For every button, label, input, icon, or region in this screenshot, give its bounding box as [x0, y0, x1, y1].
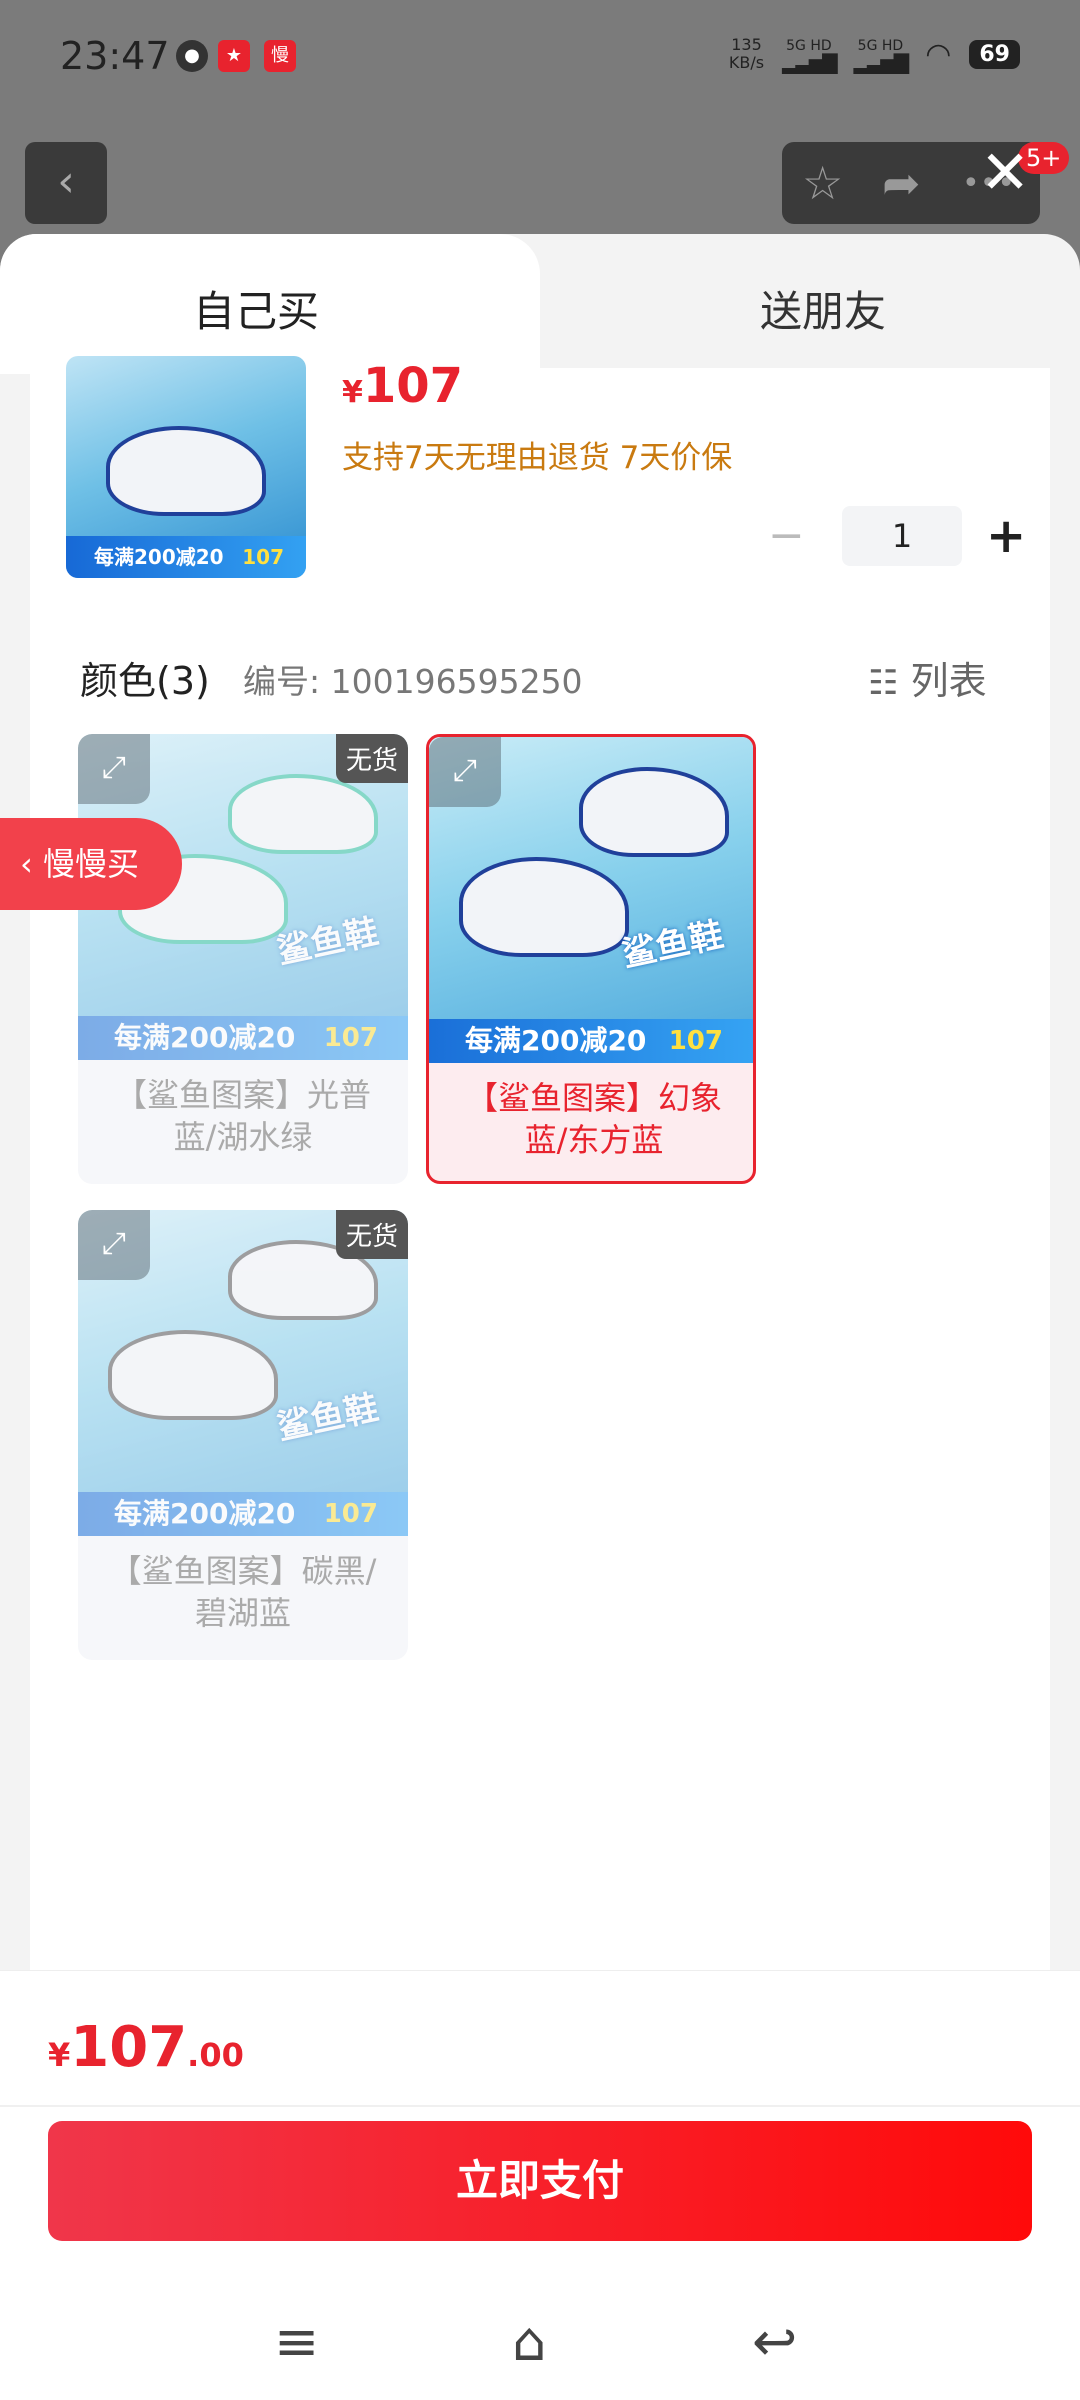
quantity-minus-button[interactable]: −	[768, 506, 805, 566]
app-notification-icon: ★	[218, 40, 250, 72]
promo-strip: 每满200减20 107	[78, 1492, 408, 1536]
promo-slogan: 鲨鱼鞋	[618, 914, 727, 976]
shoe-image	[108, 1330, 278, 1420]
battery-icon: 69	[969, 39, 1020, 69]
status-bar: 23:47 ● ★ 慢 135 KB/s 5G HD ▂▃▅▇ 5G HD ▂▃▅▇…	[0, 0, 1080, 120]
back-button[interactable]: ‹	[25, 142, 107, 224]
promo-slogan: 鲨鱼鞋	[273, 911, 382, 973]
floating-tab-label: 慢慢买	[42, 845, 139, 883]
color-option-name: 【鲨鱼图案】幻象蓝/东方蓝	[465, 1079, 722, 1159]
out-of-stock-badge: 无货	[335, 734, 408, 783]
product-promo-banner: 每满200减20 107	[66, 536, 306, 578]
total-price: ¥107.00	[48, 2015, 244, 2080]
shoe-image	[579, 767, 729, 857]
network-speed: 135 KB/s	[728, 35, 765, 72]
service-promise: 支持7天无理由退货 7天价保	[342, 440, 733, 476]
promo-strip: 每满200减20 107	[429, 1019, 753, 1063]
quantity-plus-button[interactable]: +	[986, 506, 1026, 566]
manmanmai-app-icon: 慢	[264, 40, 296, 72]
sheet-content: 每满200减20 107 ¥107 支持7天无理由退货 7天价保 − 1 + 颜色…	[30, 356, 1050, 2217]
home-icon[interactable]: ⌂	[512, 2310, 546, 2373]
quantity-value[interactable]: 1	[842, 506, 962, 566]
color-option-name: 【鲨鱼图案】光普蓝/湖水绿	[114, 1076, 371, 1156]
tab-gift-friend[interactable]: 送朋友	[760, 278, 886, 339]
list-icon: ☷	[868, 663, 899, 703]
shoe-image	[228, 774, 378, 854]
wechat-icon: ●	[176, 40, 208, 72]
color-section-title: 颜色(3)	[80, 659, 210, 703]
signal-2-icon: 5G HD ▂▃▅▇	[853, 38, 910, 74]
back-arrow-icon: ‹	[57, 156, 75, 207]
color-option-name: 【鲨鱼图案】碳黑/碧湖蓝	[109, 1552, 377, 1632]
signal-1-icon: 5G HD ▂▃▅▇	[782, 38, 838, 74]
share-icon[interactable]: ➦	[882, 156, 921, 210]
manmanmai-floating-tab[interactable]: ‹ 慢慢买	[0, 818, 182, 910]
expand-image-icon[interactable]: ⤢	[78, 1210, 150, 1280]
product-price: ¥107	[342, 358, 464, 414]
product-thumbnail[interactable]: 每满200减20 107	[66, 356, 306, 578]
close-icon[interactable]: ✕	[980, 138, 1030, 208]
wifi-icon: ◠	[925, 36, 952, 72]
expand-image-icon[interactable]: ⤢	[429, 737, 501, 807]
out-of-stock-badge: 无货	[335, 1210, 408, 1259]
quantity-stepper: − 1 +	[750, 506, 1040, 568]
expand-image-icon[interactable]: ⤢	[78, 734, 150, 804]
chevron-left-icon: ‹	[20, 845, 33, 883]
list-view-label: 列表	[910, 659, 987, 703]
promo-strip: 每满200减20 107	[78, 1016, 408, 1060]
color-option-card-selected[interactable]: 鲨鱼鞋 每满200减20 107 ⤢ 【鲨鱼图案】幻象蓝/东方蓝	[426, 734, 756, 1184]
back-nav-icon[interactable]: ↩	[752, 2310, 797, 2373]
divider	[0, 2105, 1080, 2107]
status-indicators: 135 KB/s 5G HD ▂▃▅▇ 5G HD ▂▃▅▇ ◠ 69	[729, 36, 1020, 72]
tab-buy-self-label[interactable]: 自己买	[193, 278, 319, 339]
color-option-card[interactable]: 鲨鱼鞋 每满200减20 107 ⤢ 无货 【鲨鱼图案】光普蓝/湖水绿	[78, 734, 408, 1184]
promo-slogan: 鲨鱼鞋	[273, 1387, 382, 1449]
color-option-card[interactable]: 鲨鱼鞋 每满200减20 107 ⤢ 无货 【鲨鱼图案】碳黑/碧湖蓝	[78, 1210, 408, 1660]
list-view-toggle[interactable]: ☷ 列表	[868, 650, 987, 705]
sku-number: 编号: 100196595250	[243, 662, 583, 701]
status-time: 23:47	[60, 34, 170, 78]
pay-now-button[interactable]: 立即支付	[48, 2121, 1032, 2241]
shoe-image	[459, 857, 629, 957]
shoe-image	[106, 426, 266, 516]
system-navigation-bar: ≡ ⌂ ↩	[0, 2290, 1080, 2400]
favorite-star-icon[interactable]: ☆	[802, 156, 843, 210]
menu-icon[interactable]: ≡	[274, 2310, 319, 2373]
